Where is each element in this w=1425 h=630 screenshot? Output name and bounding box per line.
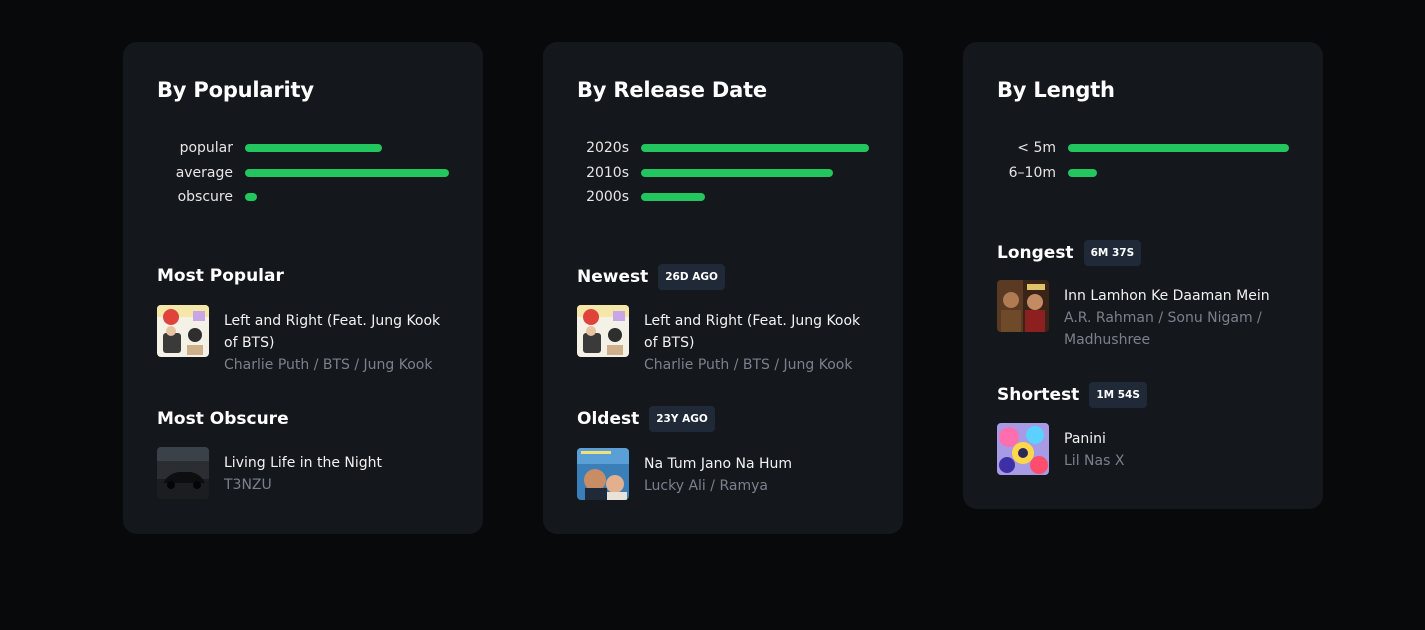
bar-label: average bbox=[175, 164, 233, 181]
bar-label: obscure bbox=[177, 189, 233, 206]
album-cover bbox=[997, 280, 1049, 332]
duration-badge: 6M 37S bbox=[1083, 240, 1142, 266]
bar-row-6-10m: 6–10m bbox=[997, 161, 1289, 186]
duration-badge: 1M 54S bbox=[1089, 382, 1147, 408]
bar-fill bbox=[245, 168, 449, 177]
bar-row-average: average bbox=[157, 161, 449, 186]
release-date-title: By Release Date bbox=[577, 78, 767, 102]
album-cover bbox=[157, 305, 209, 357]
bar-row-under-5m: < 5m bbox=[997, 136, 1289, 161]
age-badge: 26D AGO bbox=[658, 264, 725, 290]
release-date-card: By Release Date 2020s 2010s 2000s Newest… bbox=[543, 42, 903, 534]
most-obscure-heading: Most Obscure bbox=[157, 409, 289, 429]
popularity-card: By Popularity popular average obscure Mo… bbox=[123, 42, 483, 534]
track-title: Left and Right (Feat. Jung Kook of BTS) bbox=[224, 313, 441, 351]
album-cover bbox=[157, 447, 209, 499]
longest-heading: Longest 6M 37S bbox=[997, 240, 1142, 266]
section-title: Newest bbox=[577, 267, 649, 287]
track-title: Na Tum Jano Na Hum bbox=[644, 456, 793, 472]
newest-track[interactable]: Left and Right (Feat. Jung Kook of BTS) … bbox=[577, 305, 873, 376]
section-title: Most Obscure bbox=[157, 409, 289, 429]
bar-fill bbox=[641, 168, 833, 177]
most-obscure-track[interactable]: Living Life in the Night T3NZU bbox=[157, 447, 453, 499]
track-artists: Lil Nas X bbox=[1064, 453, 1125, 469]
bar-fill bbox=[245, 144, 382, 153]
newest-heading: Newest 26D AGO bbox=[577, 264, 725, 290]
longest-track[interactable]: Inn Lamhon Ke Daaman Mein A.R. Rahman / … bbox=[997, 280, 1293, 351]
bar-fill bbox=[1068, 144, 1289, 153]
shortest-track[interactable]: Panini Lil Nas X bbox=[997, 423, 1293, 475]
bar-label: 2000s bbox=[586, 189, 629, 206]
popularity-bar-chart: popular average obscure bbox=[157, 136, 449, 210]
bar-label: < 5m bbox=[1017, 140, 1056, 157]
length-bar-chart: < 5m 6–10m bbox=[997, 136, 1289, 185]
most-popular-track[interactable]: Left and Right (Feat. Jung Kook of BTS) … bbox=[157, 305, 453, 376]
bar-row-popular: popular bbox=[157, 136, 449, 161]
track-title: Panini bbox=[1064, 431, 1106, 447]
section-title: Shortest bbox=[997, 385, 1080, 405]
section-title: Longest bbox=[997, 243, 1074, 263]
album-cover bbox=[997, 423, 1049, 475]
track-artists: T3NZU bbox=[224, 477, 272, 493]
track-title: Living Life in the Night bbox=[224, 455, 383, 471]
bar-row-2000s: 2000s bbox=[577, 185, 869, 210]
oldest-heading: Oldest 23Y AGO bbox=[577, 406, 715, 432]
track-artists: Lucky Ali / Ramya bbox=[644, 478, 768, 494]
shortest-heading: Shortest 1M 54S bbox=[997, 382, 1147, 408]
track-title: Left and Right (Feat. Jung Kook of BTS) bbox=[644, 313, 861, 351]
section-title: Oldest bbox=[577, 409, 640, 429]
album-cover bbox=[577, 305, 629, 357]
bar-label: 2010s bbox=[586, 164, 629, 181]
most-popular-heading: Most Popular bbox=[157, 266, 284, 286]
length-title: By Length bbox=[997, 78, 1115, 102]
bar-row-obscure: obscure bbox=[157, 185, 449, 210]
popularity-title: By Popularity bbox=[157, 78, 314, 102]
bar-row-2020s: 2020s bbox=[577, 136, 869, 161]
track-artists: Charlie Puth / BTS / Jung Kook bbox=[644, 357, 853, 373]
track-title: Inn Lamhon Ke Daaman Mein bbox=[1064, 288, 1270, 304]
age-badge: 23Y AGO bbox=[649, 406, 715, 432]
bar-fill bbox=[1068, 168, 1097, 177]
bar-row-2010s: 2010s bbox=[577, 161, 869, 186]
section-title: Most Popular bbox=[157, 266, 284, 286]
release-date-bar-chart: 2020s 2010s 2000s bbox=[577, 136, 869, 210]
length-card: By Length < 5m 6–10m Longest 6M 37S Inn … bbox=[963, 42, 1323, 509]
bar-fill bbox=[245, 193, 258, 202]
track-artists: A.R. Rahman / Sonu Nigam / Madhushree bbox=[1064, 310, 1262, 348]
bar-fill bbox=[641, 193, 705, 202]
bar-label: 6–10m bbox=[1008, 164, 1056, 181]
bar-label: 2020s bbox=[586, 140, 629, 157]
track-artists: Charlie Puth / BTS / Jung Kook bbox=[224, 357, 433, 373]
bar-label: popular bbox=[179, 140, 233, 157]
album-cover bbox=[577, 448, 629, 500]
oldest-track[interactable]: Na Tum Jano Na Hum Lucky Ali / Ramya bbox=[577, 448, 873, 500]
bar-fill bbox=[641, 144, 869, 153]
